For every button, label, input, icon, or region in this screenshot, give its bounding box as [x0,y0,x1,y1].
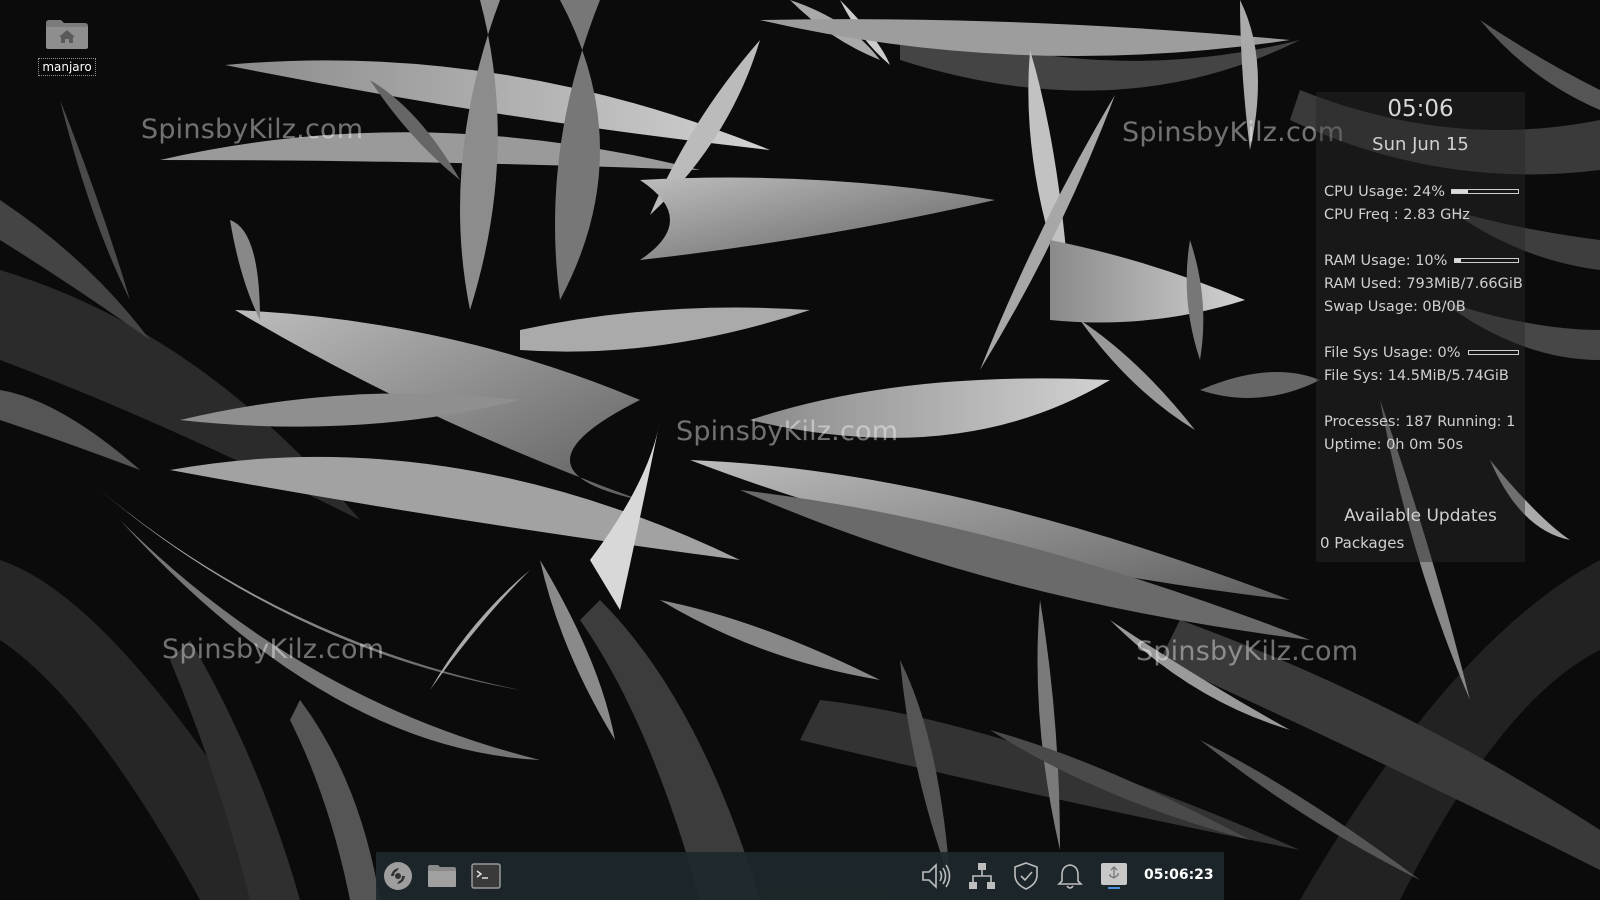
firewall-button[interactable] [1008,858,1044,894]
home-folder-desktop-icon[interactable]: manjaro [36,18,98,76]
ram-used-text: RAM Used: 793MiB/7.66GiB [1324,276,1523,292]
file-manager-button[interactable] [424,858,460,894]
cpu-usage-bar [1451,189,1519,194]
manjaro-menu-button[interactable] [380,858,416,894]
usb-drive-icon [1101,863,1127,889]
shield-icon [1014,862,1038,890]
network-button[interactable] [964,858,1000,894]
terminal-button[interactable] [468,858,504,894]
watermark-top-right: SpinsbyKilz.com [1122,117,1345,148]
taskbar-clock[interactable]: 05:06:23 [1144,867,1214,883]
ram-usage-text: RAM Usage: 10% [1324,253,1448,269]
home-folder-label: manjaro [38,58,96,76]
cpu-usage-text: CPU Usage: 24% [1324,184,1445,200]
notifications-button[interactable] [1052,858,1088,894]
volume-icon [922,863,951,889]
fs-usage-text: File Sys Usage: 0% [1324,345,1461,361]
watermark-bottom-right: SpinsbyKilz.com [1136,636,1359,667]
taskbar: 05:06:23 [376,852,1224,900]
network-icon [969,863,995,889]
uptime-text: Uptime: 0h 0m 50s [1324,437,1464,453]
home-folder-icon [45,18,89,50]
volume-button[interactable] [918,858,954,894]
processes-text: Processes: 187 Running: 1 [1324,414,1516,430]
available-updates-count: 0 Packages [1320,534,1405,552]
terminal-icon [471,863,501,889]
desktop[interactable]: SpinsbyKilz.com SpinsbyKilz.com SpinsbyK… [0,0,1600,900]
cpu-usage-bar-fill [1452,190,1468,193]
manjaro-menu-icon [384,862,412,890]
watermark-center: SpinsbyKilz.com [676,416,899,447]
conky-date: Sun Jun 15 [1372,134,1469,155]
available-updates-title: Available Updates [1344,506,1497,526]
conky-time: 05:06 [1387,96,1454,122]
file-manager-icon [428,865,456,887]
ram-usage-bar-fill [1455,259,1462,262]
notification-bell-icon [1057,864,1083,889]
watermark-top-left: SpinsbyKilz.com [141,114,364,145]
cpu-freq-text: CPU Freq : 2.83 GHz [1324,207,1470,223]
watermark-bottom-left: SpinsbyKilz.com [162,634,385,665]
ram-usage-bar [1454,258,1519,263]
conky-system-monitor: 05:06 Sun Jun 15 CPU Usage: 24% CPU Freq… [1316,92,1525,562]
fs-usage-bar [1468,350,1519,355]
swap-usage-text: Swap Usage: 0B/0B [1324,299,1466,315]
fs-text: File Sys: 14.5MiB/5.74GiB [1324,368,1509,384]
usb-device-button[interactable] [1096,858,1132,894]
